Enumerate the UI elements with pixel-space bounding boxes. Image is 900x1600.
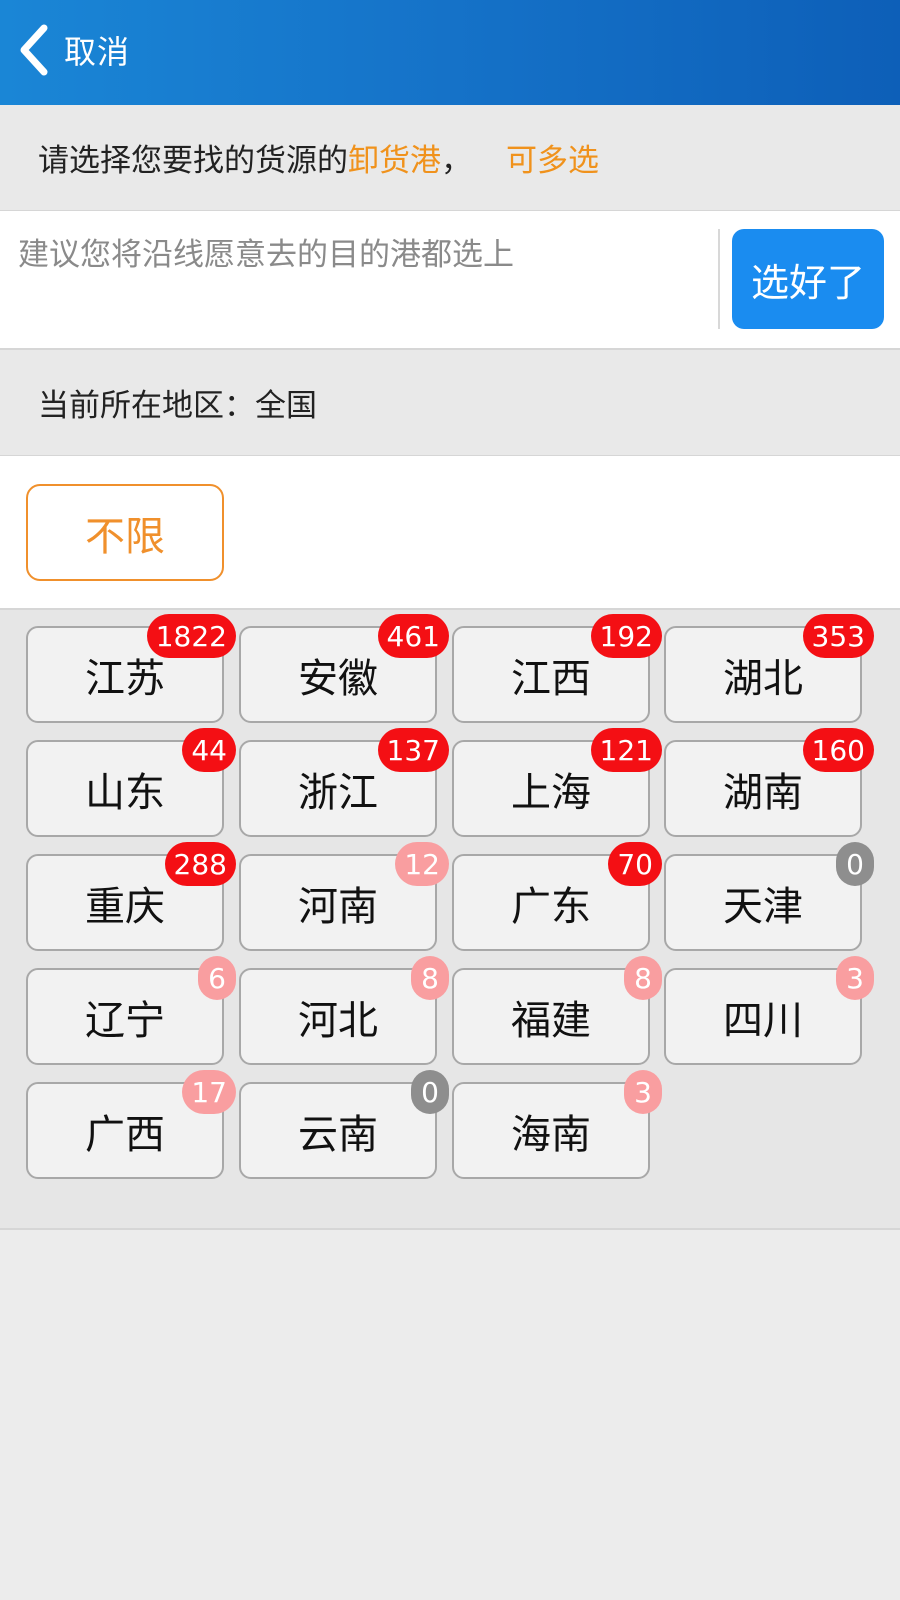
province-button[interactable]: 上海 121 [452,728,662,837]
count-badge: 1822 [146,614,236,658]
province-name: 湖南 [723,769,803,816]
count-badge: 353 [802,614,874,658]
province-button[interactable]: 河南 12 [239,842,449,951]
hint-separator: ， [441,143,472,179]
province-name: 辽宁 [85,997,165,1044]
region-label: 当前所在地区： [38,388,255,424]
province-name: 四川 [723,997,803,1044]
count-badge: 17 [182,1070,236,1114]
province-name: 江苏 [85,655,165,702]
region-value: 全国 [255,388,317,424]
province-button[interactable]: 云南 0 [239,1070,449,1179]
province-button[interactable]: 海南 3 [452,1070,662,1179]
selection-hint: 请选择您要找的货源的 卸货港， 可多选 [0,105,900,210]
province-button[interactable]: 浙江 137 [239,728,449,837]
province-button[interactable]: 四川 3 [664,956,874,1065]
done-button[interactable]: 选好了 [732,229,884,329]
province-button[interactable]: 山东 44 [26,728,236,837]
count-badge: 8 [624,956,662,1000]
count-badge: 12 [395,842,449,886]
hint-prefix: 请选择您要找的货源的 [38,143,348,179]
province-button[interactable]: 河北 8 [239,956,449,1065]
province-name: 江西 [511,655,591,702]
count-badge: 3 [836,956,874,1000]
chevron-left-icon [20,24,48,76]
destination-input[interactable] [0,211,718,347]
province-name: 河南 [298,883,378,930]
count-badge: 192 [590,614,662,658]
province-name: 重庆 [85,883,165,930]
province-name: 云南 [298,1111,378,1158]
province-button[interactable]: 安徽 461 [239,614,449,723]
destination-input-row: 选好了 [0,210,900,350]
count-badge: 6 [198,956,236,1000]
province-name: 山东 [85,769,165,816]
province-name: 海南 [511,1111,591,1158]
province-name: 广东 [511,883,591,930]
unlimited-section: 不限 [0,455,900,610]
count-badge: 121 [590,728,662,772]
cancel-label: 取消 [64,33,131,71]
province-button[interactable]: 广西 17 [26,1070,236,1179]
nav-bar: 取消 [0,0,900,105]
empty-area [0,1230,900,1600]
province-name: 湖北 [723,655,803,702]
cancel-button[interactable]: 取消 [14,20,130,80]
count-badge: 0 [411,1070,449,1114]
count-badge: 160 [802,728,874,772]
province-button[interactable]: 广东 70 [452,842,662,951]
app-root: 取消 请选择您要找的货源的卸货港， 可多选 选好了 当前所在地区：全国 不限 江苏… [0,0,900,1600]
province-name: 上海 [511,769,591,816]
province-button[interactable]: 湖南 160 [664,728,874,837]
province-name: 广西 [85,1111,165,1158]
count-badge: 461 [377,614,449,658]
count-badge: 70 [608,842,662,886]
hint-multi-select: 可多选 [506,143,599,179]
count-badge: 8 [411,956,449,1000]
province-button[interactable]: 天津 0 [664,842,874,951]
count-badge: 0 [836,842,874,886]
province-name: 福建 [511,997,591,1044]
hint-highlight: 卸货港 [348,143,441,179]
current-region: 当前所在地区： 全国 [0,350,900,455]
province-button[interactable]: 湖北 353 [664,614,874,723]
province-button[interactable]: 重庆 288 [26,842,236,951]
province-button[interactable]: 辽宁 6 [26,956,236,1065]
count-badge: 3 [624,1070,662,1114]
province-name: 浙江 [298,769,378,816]
province-button[interactable]: 江西 192 [452,614,662,723]
count-badge: 288 [164,842,236,886]
count-badge: 44 [182,728,236,772]
count-badge: 137 [377,728,449,772]
unlimited-button[interactable]: 不限 [26,484,224,581]
province-name: 安徽 [298,655,378,702]
province-name: 河北 [298,997,378,1044]
province-button[interactable]: 江苏 1822 [26,614,236,723]
province-name: 天津 [723,883,803,930]
province-grid: 江苏 1822 安徽 461 江西 192 湖北 353 山东 44 浙江 137 上海 121 湖南 160… [0,610,900,1230]
input-divider [718,229,720,329]
province-button[interactable]: 福建 8 [452,956,662,1065]
